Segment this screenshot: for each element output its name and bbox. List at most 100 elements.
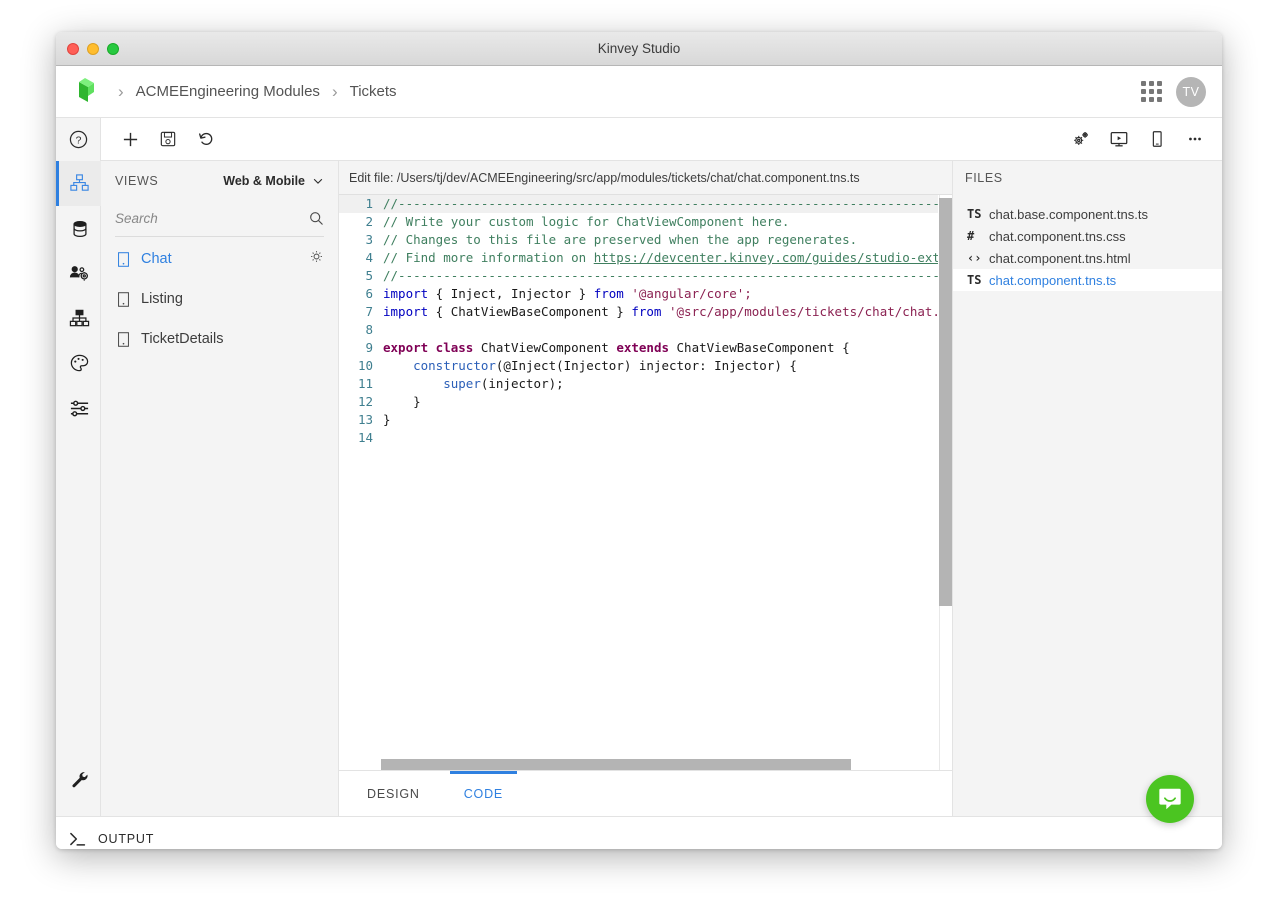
sidebar-item-hierarchy[interactable] [56,296,101,341]
add-button[interactable] [111,118,149,161]
code-line[interactable]: 12 } [339,393,938,411]
views-search-row[interactable] [115,201,324,237]
code-string: '@angular/core'; [624,285,752,303]
tab-design[interactable]: DESIGN [367,771,420,816]
preview-web-button[interactable] [1100,118,1138,161]
views-panel: VIEWS Web & Mobile Chat [101,161,339,816]
sidebar-item-tools[interactable] [56,757,101,802]
code-line[interactable]: 4 // Find more information on https://de… [339,249,938,267]
files-spacer [953,195,1222,203]
window-title: Kinvey Studio [56,32,1222,65]
tab-code[interactable]: CODE [464,771,503,816]
code-line[interactable]: 10 constructor(@Inject(Injector) injecto… [339,357,938,375]
code-lines[interactable]: 1 //------------------------------------… [339,195,938,770]
code-line[interactable]: 14 [339,429,938,447]
terminal-prompt-icon [68,830,90,848]
code-keyword: export class [383,339,473,357]
line-number: 4 [339,249,383,267]
editor-vertical-scrollbar-track[interactable] [939,195,952,770]
code-line[interactable]: 9 export class ChatViewComponent extends… [339,339,938,357]
code-text: { ChatViewBaseComponent } [428,303,631,321]
code-line[interactable]: 1 //------------------------------------… [339,195,938,213]
typescript-file-icon: TS [967,207,989,221]
breadcrumb-item-modules[interactable]: ACMEEngineering Modules [136,83,320,100]
code-keyword: import [383,303,428,321]
code-editor[interactable]: 1 //------------------------------------… [339,195,952,771]
breadcrumb-separator-2: › [332,82,338,102]
line-number: 2 [339,213,383,231]
code-text: (@Inject(Injector) injector: Injector) { [496,357,797,375]
typescript-file-icon: TS [967,273,989,287]
code-line[interactable]: 6 import { Inject, Injector } from '@ang… [339,285,938,303]
code-line[interactable]: 7 import { ChatViewBaseComponent } from … [339,303,938,321]
undo-button[interactable] [187,118,225,161]
file-row[interactable]: TS chat.base.component.tns.ts [953,203,1222,225]
gear-icon[interactable] [309,249,324,269]
sidebar-item-data[interactable] [56,206,101,251]
code-text: // Write your custom logic for ChatViewC… [383,213,789,231]
code-text: { Inject, Injector } [428,285,594,303]
file-row[interactable]: TS chat.component.tns.ts [953,269,1222,291]
code-line[interactable]: 2 // Write your custom logic for ChatVie… [339,213,938,231]
editor-vertical-scrollbar[interactable] [939,198,952,606]
code-line[interactable]: 13 } [339,411,938,429]
sidebar-item-settings[interactable] [56,386,101,431]
output-bar[interactable]: OUTPUT [56,816,1222,849]
preview-mobile-button[interactable] [1138,118,1176,161]
sidebar-item-users[interactable] [56,251,101,296]
code-line[interactable]: 3 // Changes to this file are preserved … [339,231,938,249]
code-line[interactable]: 8 [339,321,938,339]
code-line[interactable]: 5 //------------------------------------… [339,267,938,285]
svg-text:?: ? [75,135,81,146]
search-input[interactable] [115,211,309,226]
kinvey-logo-icon [70,77,100,107]
code-keyword: import [383,285,428,303]
sidebar-item-views[interactable] [56,161,101,206]
help-circle-icon[interactable]: ? [56,118,101,161]
file-row[interactable]: ‹› chat.component.tns.html [953,247,1222,269]
line-number: 1 [339,195,383,213]
css-file-icon: # [967,229,989,243]
save-button[interactable] [149,118,187,161]
line-number: 13 [339,411,383,429]
file-row[interactable]: # chat.component.tns.css [953,225,1222,247]
files-title: FILES [953,161,1222,195]
file-name: chat.component.tns.html [989,251,1131,266]
chevron-down-icon [312,175,324,187]
code-text: } [383,411,391,429]
breadcrumb-item-tickets[interactable]: Tickets [350,83,397,100]
code-link[interactable]: https://devcenter.kinvey.com/guides/stud… [594,249,938,267]
editor-horizontal-scrollbar-track[interactable] [339,758,939,770]
editor-horizontal-scrollbar[interactable] [381,759,851,770]
mobile-view-icon [115,252,131,267]
code-text: // Find more information on [383,249,594,267]
code-string: '@src/app/modules/tickets/chat/chat.base… [661,303,938,321]
more-button[interactable] [1176,118,1214,161]
editor-toolbar: ? [56,118,1222,161]
apps-grid-icon[interactable] [1141,81,1162,102]
avatar[interactable]: TV [1176,77,1206,107]
code-text: //--------------------------------------… [383,267,938,285]
view-item-ticketdetails[interactable]: TicketDetails [101,321,338,357]
code-line[interactable]: 11 super(injector); [339,375,938,393]
code-text: (injector); [481,375,564,393]
view-item-listing[interactable]: Listing [101,281,338,317]
code-function: super [443,375,481,393]
editor-column: Edit file: /Users/tj/dev/ACMEEngineering… [339,161,952,816]
file-name: chat.component.tns.ts [989,273,1116,288]
code-text: ChatViewBaseComponent { [669,339,850,357]
view-item-label: TicketDetails [141,331,223,347]
view-item-chat[interactable]: Chat [101,241,338,277]
line-number: 6 [339,285,383,303]
settings-button[interactable] [1062,118,1100,161]
chat-bubble-smile-icon[interactable] [1146,775,1194,823]
views-panel-header: VIEWS Web & Mobile [101,161,338,201]
html-file-icon: ‹› [967,251,989,265]
views-mode-dropdown[interactable]: Web & Mobile [223,174,324,188]
output-label: OUTPUT [98,832,154,846]
search-icon[interactable] [309,211,324,226]
left-icon-rail [56,161,101,816]
sidebar-item-theme[interactable] [56,341,101,386]
file-name: chat.component.tns.css [989,229,1126,244]
line-number: 11 [339,375,383,393]
